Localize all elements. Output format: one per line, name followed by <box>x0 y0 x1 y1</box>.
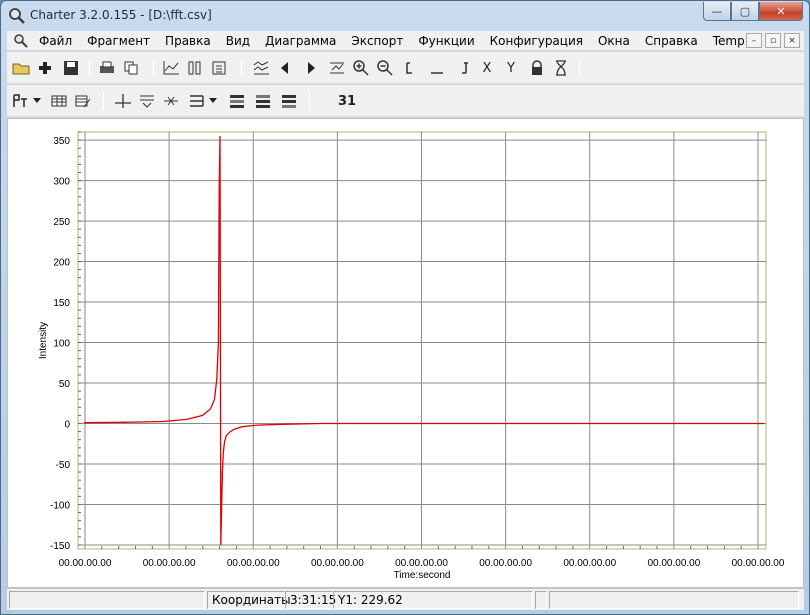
y-tick-label: -150 <box>50 541 70 552</box>
menu-bar: Файл Фрагмент Правка Вид Диаграмма Экспорт Фун… <box>7 31 804 51</box>
mdi-close-button[interactable]: × <box>784 33 800 48</box>
chart-svg[interactable]: 350 300 250 200 150 100 50 0 -50 -100 -150 00.00.00… <box>8 119 803 587</box>
main-toolbar: X Y <box>7 52 804 84</box>
open-folder-icon[interactable] <box>11 58 31 78</box>
status-panel-small <box>535 591 547 609</box>
x-tick-label: 00.00.00.00 <box>395 558 448 569</box>
fit-range-icon[interactable] <box>327 58 347 78</box>
title-bar[interactable]: Charter 3.2.0.155 - [D:\fft.csv] — ▢ ✕ <box>1 1 809 31</box>
menu-item-0[interactable]: Файл <box>39 34 72 48</box>
y-tick-label: -100 <box>50 500 70 511</box>
y-tick-label: 150 <box>53 298 70 309</box>
chart-area: 350 300 250 200 150 100 50 0 -50 -100 -150 00.00.00… <box>7 118 804 588</box>
add-icon[interactable] <box>35 58 55 78</box>
x-tick-label: 00.00.00.00 <box>563 558 616 569</box>
mdi-minimize-button[interactable]: – <box>746 33 762 48</box>
menu-item-1[interactable]: Фрагмент <box>87 34 150 48</box>
maximize-button[interactable]: ▢ <box>731 2 759 21</box>
status-bar: Координаты 3:31:15 Y1: 229.62 <box>7 588 804 610</box>
y-tick-label: -50 <box>56 460 71 471</box>
status-panel-empty <box>9 591 205 609</box>
menu-item-7[interactable]: Конфигурация <box>490 34 583 48</box>
status-time: 3:31:15 <box>285 591 336 609</box>
fragment-tool-icon[interactable] <box>11 91 31 111</box>
y-tick-label: 300 <box>53 177 70 188</box>
print-icon[interactable] <box>97 58 117 78</box>
stack-up-icon[interactable] <box>279 91 299 111</box>
y-tick-label: 50 <box>59 379 71 390</box>
stack-down-icon[interactable] <box>227 91 247 111</box>
status-coords-label: Координаты <box>207 591 291 609</box>
hourglass-icon[interactable] <box>551 58 571 78</box>
y-tick-label: 0 <box>64 419 70 430</box>
delete-marker-icon[interactable] <box>161 91 181 111</box>
y-tick-label: 250 <box>53 217 70 228</box>
marker-icon[interactable] <box>137 91 157 111</box>
dropdown-arrow-icon[interactable] <box>31 91 43 111</box>
x-tick-label: 00.00.00.00 <box>732 558 785 569</box>
menu-item-2[interactable]: Правка <box>165 34 211 48</box>
minimize-button[interactable]: — <box>703 2 731 21</box>
crosshair-icon[interactable] <box>113 91 133 111</box>
app-window: Charter 3.2.0.155 - [D:\fft.csv] — ▢ ✕ Ф… <box>0 0 810 615</box>
x-axis-button[interactable]: X <box>477 58 497 78</box>
arrow-right-icon[interactable] <box>301 58 321 78</box>
edit-table-icon[interactable] <box>73 91 93 111</box>
x-axis-label: Time:second <box>394 570 451 581</box>
chart-export-icon[interactable] <box>209 58 229 78</box>
zoom-out-icon[interactable] <box>375 58 395 78</box>
chart-columns-icon[interactable] <box>185 58 205 78</box>
mdi-restore-button[interactable]: ▫ <box>765 33 781 48</box>
x-tick-label: 00.00.00.00 <box>479 558 532 569</box>
y-tick-label: 100 <box>53 339 70 350</box>
save-icon[interactable] <box>61 58 81 78</box>
menu-item-6[interactable]: Функции <box>418 34 474 48</box>
menu-item-10[interactable]: Temp <box>713 34 745 48</box>
y-axis-label: Intensity <box>38 322 49 359</box>
menu-item-5[interactable]: Экспорт <box>351 34 403 48</box>
window-title: Charter 3.2.0.155 - [D:\fft.csv] <box>30 8 212 22</box>
secondary-toolbar: 31 <box>7 85 804 117</box>
zoom-in-icon[interactable] <box>351 58 371 78</box>
menu-item-9[interactable]: Справка <box>645 34 698 48</box>
bracket-left-icon[interactable] <box>399 58 419 78</box>
copy-icon[interactable] <box>121 58 141 78</box>
status-y1: Y1: 229.62 <box>333 591 533 609</box>
align-lines-icon[interactable] <box>187 91 207 111</box>
y-axis-button[interactable]: Y <box>501 58 521 78</box>
document-icon[interactable] <box>13 33 29 49</box>
magnifier-app-icon[interactable] <box>8 7 26 25</box>
x-tick-label: 00.00.00.00 <box>143 558 196 569</box>
menu-item-4[interactable]: Диаграмма <box>265 34 336 48</box>
y-tick-label: 200 <box>53 258 70 269</box>
lock-icon[interactable] <box>527 58 547 78</box>
table-icon[interactable] <box>49 91 69 111</box>
baseline-icon[interactable] <box>427 58 447 78</box>
close-button[interactable]: ✕ <box>759 2 803 21</box>
bracket-right-icon[interactable] <box>455 58 475 78</box>
multi-line-icon[interactable] <box>251 58 271 78</box>
dropdown-arrow-icon[interactable] <box>207 91 219 111</box>
x-tick-label: 00.00.00.00 <box>647 558 700 569</box>
menu-item-8[interactable]: Окна <box>598 34 630 48</box>
x-tick-label: 00.00.00.00 <box>59 558 112 569</box>
status-panel-right <box>549 591 799 609</box>
chart-line-icon[interactable] <box>161 58 181 78</box>
menu-item-3[interactable]: Вид <box>226 34 250 48</box>
arrow-left-icon[interactable] <box>275 58 295 78</box>
date-format-button[interactable]: 31 <box>337 91 357 111</box>
y-tick-label: 350 <box>53 136 70 147</box>
x-tick-label: 00.00.00.00 <box>227 558 280 569</box>
stack-middle-icon[interactable] <box>253 91 273 111</box>
x-tick-label: 00.00.00.00 <box>311 558 364 569</box>
